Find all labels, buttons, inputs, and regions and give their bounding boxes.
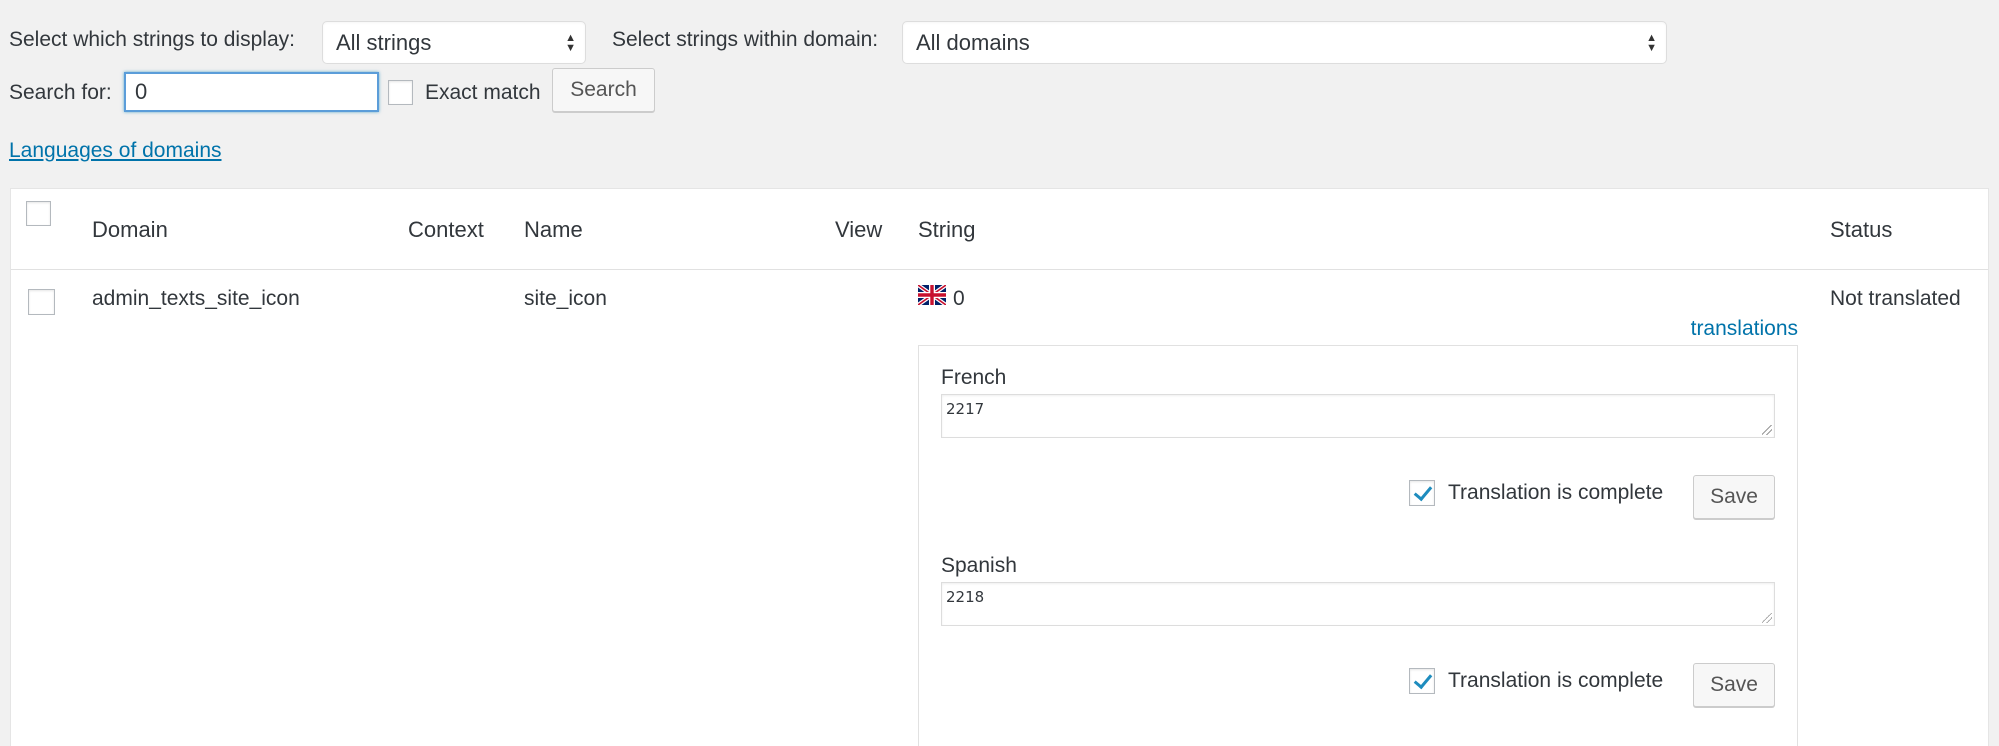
- resize-grip-icon[interactable]: [1762, 425, 1772, 435]
- display-filter-select[interactable]: All strings ▲ ▼: [322, 21, 586, 64]
- row-string-value: 0: [953, 287, 965, 310]
- row-status: Not translated: [1830, 287, 1961, 310]
- search-button[interactable]: Search: [552, 68, 655, 112]
- translation-textarea-french[interactable]: 2217: [941, 394, 1775, 438]
- column-header-view: View: [835, 217, 883, 242]
- translation-language-label: French: [941, 366, 1007, 389]
- column-header-domain: Domain: [92, 217, 168, 242]
- translation-complete-checkbox[interactable]: [1409, 668, 1435, 694]
- row-select-checkbox[interactable]: [28, 289, 55, 315]
- domain-filter-select[interactable]: All domains ▲ ▼: [902, 21, 1667, 64]
- exact-match-label: Exact match: [425, 81, 541, 104]
- display-filter-label: Select which strings to display:: [9, 28, 295, 51]
- translation-complete-checkbox[interactable]: [1409, 480, 1435, 506]
- uk-flag-icon: [918, 285, 946, 305]
- column-header-context: Context: [408, 217, 484, 242]
- resize-grip-icon[interactable]: [1762, 613, 1772, 623]
- header-divider: [11, 269, 1988, 270]
- domain-filter-value: All domains: [916, 29, 1030, 55]
- translation-language-label: Spanish: [941, 554, 1017, 577]
- display-filter-value: All strings: [336, 29, 432, 55]
- domain-filter-label: Select strings within domain:: [612, 28, 879, 51]
- strings-table: Domain Context Name View String Status a…: [10, 188, 1989, 746]
- save-button[interactable]: Save: [1693, 663, 1775, 707]
- select-arrows-icon: ▲ ▼: [565, 31, 576, 54]
- column-header-name: Name: [524, 217, 583, 242]
- exact-match-checkbox[interactable]: [388, 80, 413, 105]
- translation-value: 2217: [946, 400, 985, 418]
- translations-panel: French 2217 Translation is complete Save…: [918, 345, 1798, 746]
- search-label: Search for:: [9, 81, 112, 104]
- translations-link[interactable]: translations: [1691, 317, 1798, 341]
- column-header-status: Status: [1830, 217, 1893, 242]
- row-domain: admin_texts_site_icon: [92, 287, 300, 310]
- column-header-string: String: [918, 217, 976, 242]
- translation-value: 2218: [946, 588, 985, 606]
- translation-complete-label: Translation is complete: [1448, 481, 1664, 504]
- save-button[interactable]: Save: [1693, 475, 1775, 519]
- translation-complete-label: Translation is complete: [1448, 669, 1664, 692]
- search-input-value: 0: [135, 79, 148, 104]
- select-arrows-icon: ▲ ▼: [1646, 31, 1657, 54]
- search-input[interactable]: 0: [124, 72, 379, 112]
- select-all-checkbox[interactable]: [26, 201, 51, 226]
- translation-textarea-spanish[interactable]: 2218: [941, 582, 1775, 626]
- languages-of-domains-link[interactable]: Languages of domains: [9, 139, 222, 163]
- row-name: site_icon: [524, 287, 607, 310]
